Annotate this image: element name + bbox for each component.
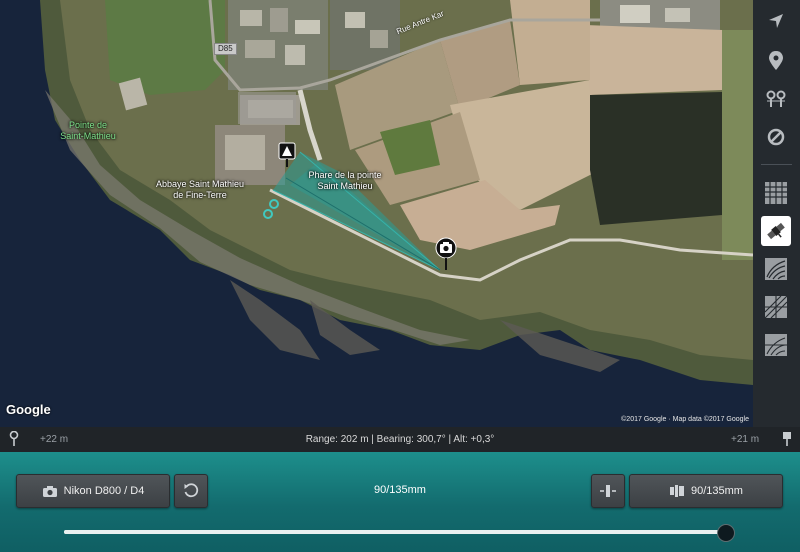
lens-select-button[interactable]: 90/135mm bbox=[629, 474, 783, 508]
no-entry-icon bbox=[767, 128, 785, 146]
pin-pair-icon bbox=[766, 90, 786, 107]
right-pin-icon[interactable] bbox=[782, 431, 792, 450]
map-credit[interactable]: ©2017 Google · Map data ©2017 Google bbox=[621, 416, 749, 423]
focal-slider-track[interactable] bbox=[64, 524, 736, 542]
satellite-map[interactable]: Pointe de Saint-Mathieu Abbaye Saint Mat… bbox=[0, 0, 753, 427]
map-label-pointe: Pointe de Saint-Mathieu bbox=[60, 120, 116, 141]
camera-select-button[interactable]: Nikon D800 / D4 bbox=[16, 474, 170, 508]
pin-pair-button[interactable] bbox=[761, 84, 791, 114]
satellite-button[interactable] bbox=[761, 216, 791, 246]
location-arrow-icon bbox=[769, 14, 783, 28]
map-pin-icon bbox=[769, 51, 783, 70]
info-bar: +22 m Range: 202 m | Bearing: 300,7° | A… bbox=[0, 427, 800, 452]
rotate-button[interactable] bbox=[174, 474, 208, 508]
right-altitude: +21 m bbox=[731, 434, 760, 445]
range-bearing-info: Range: 202 m | Bearing: 300,7° | Alt: +0… bbox=[305, 434, 495, 445]
orientation-button[interactable] bbox=[591, 474, 625, 508]
grid-map-button[interactable] bbox=[761, 178, 791, 208]
google-logo: Google bbox=[6, 402, 51, 417]
toolbar-divider bbox=[761, 164, 792, 165]
focal-length-display: 90/135mm bbox=[374, 484, 426, 496]
lens-icon bbox=[670, 485, 684, 497]
subject-marker-icon[interactable] bbox=[278, 142, 296, 168]
focal-slider-fill bbox=[64, 530, 726, 534]
location-arrow-button[interactable] bbox=[761, 6, 791, 36]
focal-slider-thumb[interactable] bbox=[717, 524, 736, 542]
orientation-icon bbox=[600, 485, 616, 497]
camera-panel: Nikon D800 / D4 90/135mm 90/135mm bbox=[0, 452, 800, 552]
topo-contour-button[interactable] bbox=[761, 254, 791, 284]
satellite-icon bbox=[767, 222, 785, 240]
camera-marker-icon[interactable] bbox=[435, 237, 457, 271]
terrain-hatch-button[interactable] bbox=[761, 292, 791, 322]
road-badge: D85 bbox=[214, 43, 237, 55]
map-toolbar bbox=[753, 0, 800, 427]
rotate-icon bbox=[184, 483, 199, 498]
grid-map-icon bbox=[765, 182, 787, 204]
map-label-phare: Phare de la pointe Saint Mathieu bbox=[308, 170, 382, 191]
hybrid-terrain-button[interactable] bbox=[761, 330, 791, 360]
lens-label: 90/135mm bbox=[691, 485, 743, 497]
map-pin-button[interactable] bbox=[761, 46, 791, 76]
map-label-abbaye: Abbaye Saint Mathieu de Fine-Terre bbox=[155, 179, 245, 200]
no-entry-button[interactable] bbox=[761, 122, 791, 152]
terrain-hatch-icon bbox=[764, 295, 788, 319]
camera-icon bbox=[42, 485, 57, 497]
topo-contour-icon bbox=[765, 258, 787, 280]
camera-label: Nikon D800 / D4 bbox=[63, 485, 145, 497]
hybrid-terrain-icon bbox=[765, 334, 787, 356]
